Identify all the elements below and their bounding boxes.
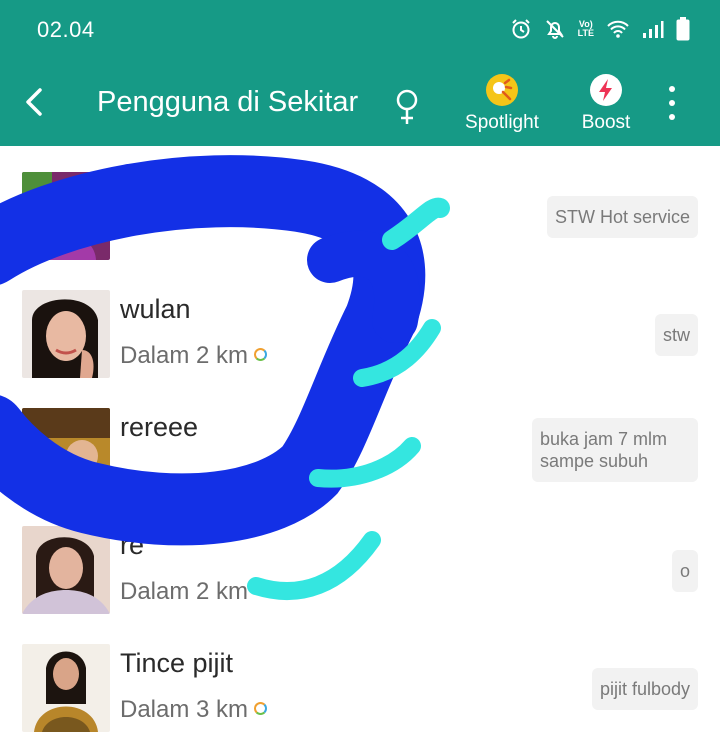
status-time: 02.04 [37,17,95,42]
user-bio: stw [655,314,698,356]
signal-icon [643,21,664,38]
page-title: Pengguna di Sekitar [97,86,359,118]
user-name: re [120,530,145,560]
boost-label: Boost [581,112,631,133]
location-dot-icon [254,348,268,361]
app-header: 02.04 Vo) LTE Pengguna di Sekitar Spotlig… [0,0,720,146]
volte-icon: Vo) LTE [577,19,594,38]
nearby-users-list: Vera Yuliana STW Hot service wulan Dalam… [0,146,720,736]
user-bio: o [671,550,698,592]
user-bio: STW Hot service [546,196,698,238]
user-name: wulan [120,294,191,324]
alarm-icon [511,19,530,39]
avatar [22,526,110,614]
spotlight-label: Spotlight [465,112,539,133]
user-name: Vera Yuliana [120,176,272,206]
back-arrow-icon[interactable] [16,82,52,122]
app-bar: Pengguna di Sekitar Spotlight Boost [0,62,720,146]
battery-icon [676,17,690,41]
avatar [22,408,110,496]
avatar [22,172,110,260]
avatar [22,644,110,732]
user-bio: pijit fulbody [591,668,698,710]
list-item[interactable]: rereee buka jam 7 mlm sampe subuh [0,382,720,500]
user-distance: Dalam 3 km [120,696,268,724]
list-item[interactable]: Tince pijit Dalam 3 km pijit fulbody [0,618,720,736]
boost-button[interactable]: Boost [576,74,636,134]
avatar [22,290,110,378]
user-distance: Dalam 2 km [120,342,268,370]
mute-bell-icon [545,20,564,39]
user-bio: buka jam 7 mlm sampe subuh [532,418,698,482]
status-bar: 02.04 Vo) LTE [0,0,720,62]
more-options-icon[interactable] [660,86,684,126]
list-item[interactable]: Vera Yuliana STW Hot service [0,146,720,264]
user-name: rereee [120,412,199,442]
status-icons: Vo) LTE [510,14,690,44]
spotlight-button[interactable]: Spotlight [460,74,544,134]
wifi-icon [607,20,629,38]
user-name: Tince pijit [120,648,234,678]
female-gender-icon[interactable] [392,88,422,126]
boost-icon [590,74,622,106]
list-item[interactable]: re Dalam 2 km o [0,500,720,618]
user-distance: Dalam 2 km [120,578,249,605]
location-dot-icon [254,702,268,715]
spotlight-icon [486,74,518,106]
list-item[interactable]: wulan Dalam 2 km stw [0,264,720,382]
